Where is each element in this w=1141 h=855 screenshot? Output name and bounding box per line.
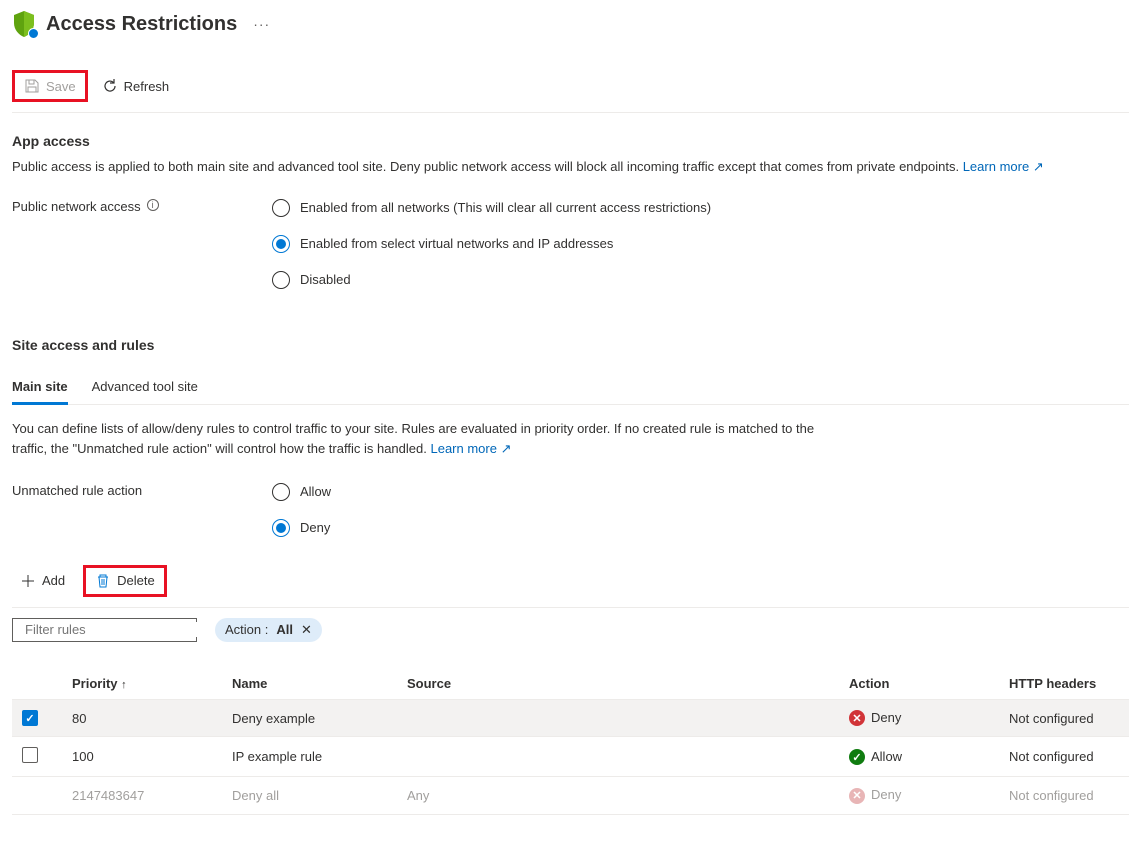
column-header-action[interactable]: Action <box>839 668 999 700</box>
filter-row: Action : All ✕ <box>12 618 1129 642</box>
radio-label: Allow <box>300 484 331 499</box>
row-checkbox[interactable] <box>22 747 38 763</box>
cell-name: Deny example <box>222 699 397 737</box>
refresh-icon <box>102 78 118 94</box>
site-access-description: You can define lists of allow/deny rules… <box>12 419 842 459</box>
tab-main-site[interactable]: Main site <box>12 371 68 405</box>
column-header-name[interactable]: Name <box>222 668 397 700</box>
tab-advanced-tool-site[interactable]: Advanced tool site <box>92 371 198 404</box>
radio-label: Disabled <box>300 272 351 287</box>
cell-action: Deny <box>839 699 999 737</box>
refresh-label: Refresh <box>124 79 170 94</box>
rules-table: Priority ↑ Name Source Action HTTP heade… <box>12 668 1129 815</box>
cell-source <box>397 737 839 777</box>
pill-value: All <box>276 622 293 637</box>
cell-priority: 100 <box>62 737 222 777</box>
cell-name: Deny all <box>222 777 397 815</box>
command-bar: Save Refresh <box>12 64 1129 113</box>
table-row[interactable]: 2147483647Deny allAnyDenyNot configured <box>12 777 1129 815</box>
refresh-button[interactable]: Refresh <box>94 74 178 98</box>
cell-action: Deny <box>839 777 999 815</box>
radio-icon <box>272 271 290 289</box>
radio-icon <box>272 483 290 501</box>
public-network-access-radios: Enabled from all networks (This will cle… <box>272 199 1129 289</box>
cell-priority: 80 <box>62 699 222 737</box>
radio-label: Enabled from select virtual networks and… <box>300 236 613 251</box>
radio-enabled-select[interactable]: Enabled from select virtual networks and… <box>272 235 1129 253</box>
shield-icon <box>12 10 36 38</box>
cell-source: Any <box>397 777 839 815</box>
column-header-http[interactable]: HTTP headers <box>999 668 1129 700</box>
radio-icon <box>272 235 290 253</box>
rules-actions-bar: Add Delete <box>12 565 1129 608</box>
radio-label: Deny <box>300 520 330 535</box>
column-header-priority[interactable]: Priority ↑ <box>62 668 222 700</box>
column-header-source[interactable]: Source <box>397 668 839 700</box>
sort-ascending-icon: ↑ <box>121 679 127 691</box>
save-highlight-box: Save <box>12 70 88 102</box>
allow-icon <box>849 749 865 765</box>
plus-icon <box>20 573 36 589</box>
radio-icon <box>272 199 290 217</box>
external-link-icon: ↗ <box>1033 159 1044 174</box>
cell-source <box>397 699 839 737</box>
external-link-icon: ↗ <box>501 441 512 456</box>
save-label: Save <box>46 79 76 94</box>
radio-enabled-all[interactable]: Enabled from all networks (This will cle… <box>272 199 1129 217</box>
radio-allow[interactable]: Allow <box>272 483 1129 501</box>
column-header-select[interactable] <box>12 668 62 700</box>
public-network-access-label: Public network access i <box>12 199 272 289</box>
cell-http: Not configured <box>999 699 1129 737</box>
delete-label: Delete <box>117 573 155 588</box>
radio-disabled[interactable]: Disabled <box>272 271 1129 289</box>
add-label: Add <box>42 573 65 588</box>
delete-highlight-box: Delete <box>83 565 167 597</box>
add-button[interactable]: Add <box>12 569 73 593</box>
cell-http: Not configured <box>999 737 1129 777</box>
save-button[interactable]: Save <box>16 74 84 98</box>
unmatched-rule-row: Unmatched rule action Allow Deny <box>12 483 1129 537</box>
site-access-tabs: Main site Advanced tool site <box>12 371 1129 405</box>
site-access-learn-more-link[interactable]: Learn more ↗ <box>430 441 511 456</box>
cell-action: Allow <box>839 737 999 777</box>
cell-name: IP example rule <box>222 737 397 777</box>
row-checkbox[interactable] <box>22 710 38 726</box>
radio-deny[interactable]: Deny <box>272 519 1129 537</box>
trash-icon <box>95 573 111 589</box>
app-access-description: Public access is applied to both main si… <box>12 157 1129 177</box>
table-row[interactable]: 80Deny example DenyNot configured <box>12 699 1129 737</box>
filter-input[interactable] <box>19 622 201 637</box>
cell-http: Not configured <box>999 777 1129 815</box>
delete-button[interactable]: Delete <box>87 569 163 593</box>
filter-input-wrap[interactable] <box>12 618 197 642</box>
deny-icon <box>849 710 865 726</box>
unmatched-rule-label: Unmatched rule action <box>12 483 272 537</box>
save-icon <box>24 78 40 94</box>
unmatched-rule-radios: Allow Deny <box>272 483 1129 537</box>
globe-badge-icon <box>28 28 39 39</box>
radio-label: Enabled from all networks (This will cle… <box>300 200 711 215</box>
page-title: Access Restrictions <box>46 13 237 36</box>
public-network-access-row: Public network access i Enabled from all… <box>12 199 1129 289</box>
deny-icon <box>849 788 865 804</box>
dismiss-icon[interactable]: ✕ <box>301 622 312 638</box>
app-access-learn-more-link[interactable]: Learn more ↗ <box>963 159 1044 174</box>
pill-key: Action : <box>225 622 268 637</box>
app-access-title: App access <box>12 133 1129 149</box>
info-icon[interactable]: i <box>147 199 159 211</box>
radio-icon <box>272 519 290 537</box>
more-menu-button[interactable]: ··· <box>247 16 276 32</box>
table-row[interactable]: 100IP example rule AllowNot configured <box>12 737 1129 777</box>
cell-priority: 2147483647 <box>62 777 222 815</box>
site-access-title: Site access and rules <box>12 337 1129 353</box>
page-header: Access Restrictions ··· <box>12 10 1129 46</box>
filter-pill-action[interactable]: Action : All ✕ <box>215 618 322 642</box>
